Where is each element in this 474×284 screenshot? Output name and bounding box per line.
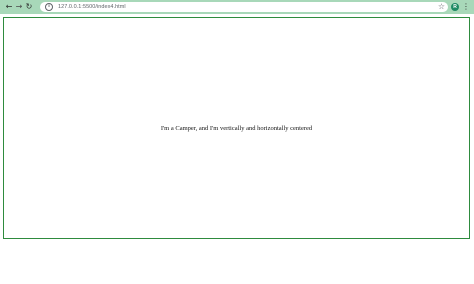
address-bar[interactable]: i 127.0.0.1:5500/index4.html ☆ <box>40 2 448 12</box>
back-arrow-icon[interactable]: ← <box>4 1 14 13</box>
centered-message: I'm a Camper, and I'm vertically and hor… <box>160 124 313 132</box>
info-icon[interactable]: i <box>45 3 53 11</box>
reload-icon[interactable]: ↻ <box>24 1 34 13</box>
profile-avatar[interactable]: R <box>451 3 459 11</box>
browser-toolbar: ← → ↻ i 127.0.0.1:5500/index4.html ☆ R ⋮ <box>0 0 474 14</box>
kebab-menu-icon[interactable]: ⋮ <box>462 1 470 13</box>
bookmark-star-icon[interactable]: ☆ <box>438 2 445 12</box>
forward-arrow-icon[interactable]: → <box>14 1 24 13</box>
bordered-container: I'm a Camper, and I'm vertically and hor… <box>3 17 470 239</box>
url-text[interactable]: 127.0.0.1:5500/index4.html <box>58 4 126 10</box>
